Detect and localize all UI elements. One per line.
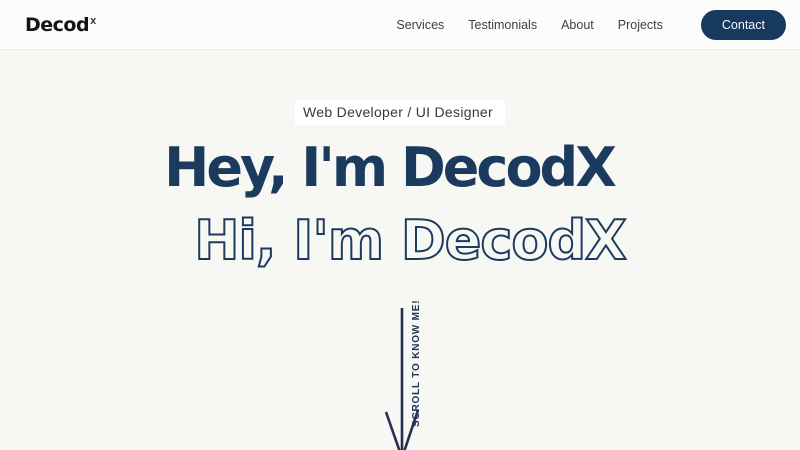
brand-logo-suffix: X (90, 17, 96, 26)
main-nav: Services Testimonials About Projects Con… (396, 10, 786, 40)
brand-logo-text: Decod (25, 14, 89, 36)
contact-button[interactable]: Contact (701, 10, 786, 40)
hero-section: Web Developer / UI Designer Hey, I'm Dec… (0, 50, 800, 268)
scroll-label: SCROLL TO KNOW ME! (411, 300, 422, 427)
header: Decod X Services Testimonials About Proj… (0, 0, 800, 50)
hero-heading-solid: Hey, I'm DecodX (0, 141, 789, 195)
nav-item-about[interactable]: About (561, 18, 594, 32)
nav-item-services[interactable]: Services (396, 18, 444, 32)
hero-heading-outline: Hi, I'm DecodX (10, 214, 800, 268)
hero-tagline: Web Developer / UI Designer (295, 100, 505, 125)
nav-item-projects[interactable]: Projects (618, 18, 663, 32)
brand-logo[interactable]: Decod X (25, 14, 96, 36)
scroll-down-arrow-icon (382, 305, 422, 450)
nav-item-testimonials[interactable]: Testimonials (468, 18, 537, 32)
